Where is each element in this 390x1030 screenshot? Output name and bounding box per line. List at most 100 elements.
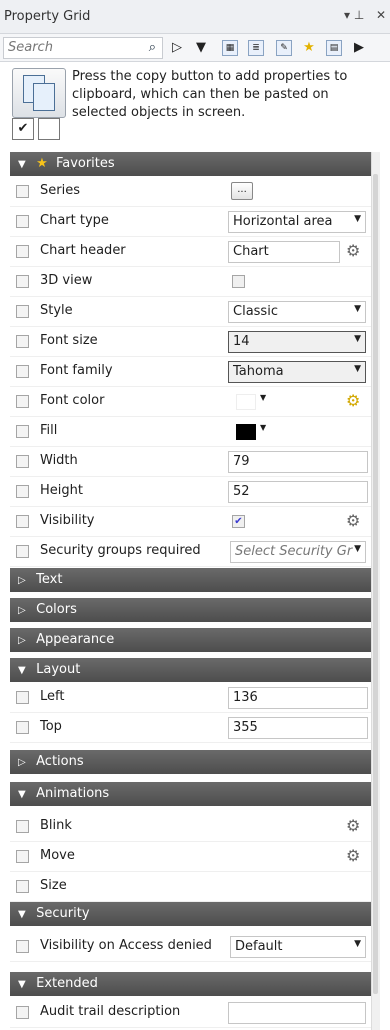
section-text[interactable]: ▷ Text [10, 568, 372, 592]
row-checkbox[interactable] [16, 395, 29, 408]
row-checkbox[interactable] [16, 305, 29, 318]
property-label: Size [40, 878, 67, 893]
list-view-icon[interactable]: ≣ [248, 40, 264, 56]
property-row-3d-view: 3D view [10, 267, 372, 297]
collapsed-arrow-icon: ▷ [18, 635, 26, 646]
property-row-visibility-access-denied: Visibility on Access denied Default ▼ [10, 932, 372, 962]
row-checkbox[interactable] [16, 820, 29, 833]
row-checkbox[interactable] [16, 721, 29, 734]
collapsed-arrow-icon: ▷ [18, 575, 26, 586]
close-icon[interactable]: ✕ [376, 8, 386, 22]
dropdown-arrow-icon[interactable]: ▼ [192, 39, 210, 57]
row-checkbox[interactable] [16, 515, 29, 528]
chart-type-select[interactable]: Horizontal area ▼ [228, 211, 366, 233]
gear-icon[interactable]: ⚙ [346, 242, 360, 260]
edit-properties-icon[interactable]: ✎ [276, 40, 292, 56]
property-label: Font size [40, 333, 98, 348]
gear-icon[interactable]: ⚙ [346, 817, 360, 835]
visibility-checkbox[interactable]: ✔ [232, 515, 245, 528]
chart-header-input[interactable]: Chart [228, 241, 340, 263]
check-all-button[interactable]: ✔ [12, 118, 34, 140]
row-checkbox[interactable] [16, 691, 29, 704]
property-label: Audit trail description [40, 1004, 181, 1019]
property-label: Chart type [40, 213, 109, 228]
style-select[interactable]: Classic ▼ [228, 301, 366, 323]
play-icon[interactable]: ▷ [168, 39, 186, 57]
search-icon[interactable]: ⌕ [149, 40, 156, 55]
pin-icon[interactable]: ▾ ⊥ [344, 8, 364, 22]
row-checkbox[interactable] [16, 425, 29, 438]
section-label: Animations [36, 786, 110, 801]
gear-icon[interactable]: ⚙ [346, 512, 360, 530]
property-row-font-family: Font family Tahoma ▼ [10, 357, 372, 387]
more-arrow-icon[interactable]: ▶ [350, 39, 368, 57]
section-label: Layout [36, 662, 81, 677]
left-input[interactable]: 136 [228, 687, 368, 709]
select-placeholder: Select Security Gr [235, 544, 353, 559]
info-text: Press the copy button to add properties … [72, 69, 348, 120]
uncheck-all-button[interactable] [38, 118, 60, 140]
copy-button[interactable] [12, 68, 66, 118]
row-checkbox[interactable] [16, 275, 29, 288]
audit-trail-input[interactable] [228, 1002, 366, 1024]
3d-view-checkbox[interactable] [232, 275, 245, 288]
gear-icon[interactable]: ⚙ [346, 847, 360, 865]
copy-window-icon[interactable]: ▤ [326, 40, 342, 56]
width-input[interactable]: 79 [228, 451, 368, 473]
scrollbar-thumb[interactable] [373, 174, 378, 994]
select-value: Default [235, 939, 283, 954]
categorized-view-icon[interactable]: ▦ [222, 40, 238, 56]
expanded-arrow-icon: ▼ [18, 665, 26, 676]
property-row-size: Size [10, 872, 372, 902]
search-input[interactable]: Search ⌕ [3, 37, 163, 59]
row-checkbox[interactable] [16, 940, 29, 953]
visibility-access-denied-select[interactable]: Default ▼ [230, 936, 366, 958]
property-row-top: Top 355 [10, 713, 372, 743]
section-colors[interactable]: ▷ Colors [10, 598, 372, 622]
height-input[interactable]: 52 [228, 481, 368, 503]
font-size-select[interactable]: 14 ▼ [228, 331, 366, 353]
security-groups-select[interactable]: Select Security Gr ▼ [230, 541, 366, 563]
font-family-select[interactable]: Tahoma ▼ [228, 361, 366, 383]
series-ellipsis-button[interactable]: ... [231, 182, 253, 200]
property-label: Blink [40, 818, 72, 833]
section-label: Actions [36, 754, 84, 769]
row-checkbox[interactable] [16, 485, 29, 498]
property-row-chart-type: Chart type Horizontal area ▼ [10, 207, 372, 237]
section-appearance[interactable]: ▷ Appearance [10, 628, 372, 652]
section-animations[interactable]: ▼ Animations [10, 782, 372, 806]
favorites-star-icon[interactable]: ★ [300, 39, 318, 57]
section-label: Colors [36, 602, 77, 617]
property-row-left: Left 136 [10, 683, 372, 713]
row-checkbox[interactable] [16, 185, 29, 198]
section-security[interactable]: ▼ Security [10, 902, 372, 926]
top-input[interactable]: 355 [228, 717, 368, 739]
row-checkbox[interactable] [16, 335, 29, 348]
row-checkbox[interactable] [16, 455, 29, 468]
row-checkbox[interactable] [16, 850, 29, 863]
row-checkbox[interactable] [16, 215, 29, 228]
section-layout[interactable]: ▼ Layout [10, 658, 372, 682]
vertical-scrollbar[interactable] [371, 152, 380, 1030]
row-checkbox[interactable] [16, 1006, 29, 1019]
property-label: Chart header [40, 243, 126, 258]
dropdown-arrow-icon: ▼ [354, 544, 361, 554]
dropdown-arrow-icon: ▼ [354, 214, 361, 224]
property-row-blink: Blink ⚙ [10, 812, 372, 842]
color-dropdown-arrow-icon[interactable]: ▼ [260, 423, 266, 432]
section-label: Appearance [36, 632, 115, 647]
section-extended[interactable]: ▼ Extended [10, 972, 372, 996]
font-color-swatch[interactable] [236, 394, 256, 410]
section-favorites[interactable]: ▼ ★ Favorites [10, 152, 372, 176]
row-checkbox[interactable] [16, 365, 29, 378]
row-checkbox[interactable] [16, 545, 29, 558]
row-checkbox[interactable] [16, 245, 29, 258]
property-label: Visibility on Access denied [40, 938, 212, 953]
color-dropdown-arrow-icon[interactable]: ▼ [260, 393, 266, 402]
section-actions[interactable]: ▷ Actions [10, 750, 372, 774]
expanded-arrow-icon: ▼ [18, 159, 26, 170]
gear-icon[interactable]: ⚙ [346, 392, 360, 410]
property-row-fill: Fill ▼ [10, 417, 372, 447]
row-checkbox[interactable] [16, 880, 29, 893]
fill-color-swatch[interactable] [236, 424, 256, 440]
